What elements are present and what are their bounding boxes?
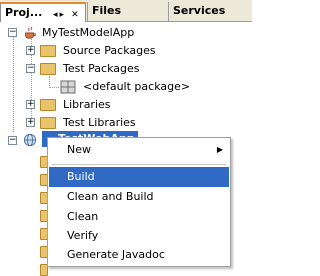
menu-item-label: Clean [67,210,99,223]
library-folder-icon [40,99,56,111]
package-icon [60,80,76,94]
context-menu[interactable]: New ▶ Build Clean and Build Clean Verify… [47,137,231,267]
expand-toggle[interactable]: + [26,46,35,55]
tree-node-default-package[interactable]: <default package> [0,78,252,96]
tree-node-libraries[interactable]: + Libraries [0,96,252,114]
menu-item-label: Build [67,170,95,183]
menu-item-label: Verify [67,229,99,242]
menu-item-verify[interactable]: Verify [49,226,229,246]
menu-separator [52,164,226,165]
tree-node-test-packages[interactable]: − Test Packages [0,60,252,78]
submenu-arrow-icon: ▶ [216,145,223,154]
tab-projects-label: Proj... [5,6,43,19]
tree-node-label: Source Packages [63,44,156,57]
panel-tab-strip: Proj... ◂▸ ✕ Files Services [0,0,252,22]
menu-item-new[interactable]: New ▶ [49,140,229,160]
tree-node-label: MyTestModelApp [42,26,135,39]
collapse-toggle[interactable]: − [26,64,35,73]
tab-files[interactable]: Files [87,2,167,22]
menu-item-generate-javadoc[interactable]: Generate Javadoc [49,245,229,265]
menu-item-clean[interactable]: Clean [49,207,229,227]
tree-node-label: Libraries [63,98,111,111]
tab-controls[interactable]: ◂▸ ✕ [53,6,81,22]
tab-services-label: Services [173,4,226,17]
web-project-icon [23,133,37,147]
package-folder-icon [40,45,56,57]
expand-toggle[interactable]: + [26,100,35,109]
package-folder-icon [40,63,56,75]
collapse-toggle[interactable]: − [8,136,17,145]
tab-projects[interactable]: Proj... ◂▸ ✕ [0,2,86,22]
tree-node-label: <default package> [83,80,191,93]
tree-node-test-libraries[interactable]: + Test Libraries [0,114,252,132]
collapse-toggle[interactable]: − [8,28,17,37]
menu-item-build[interactable]: Build [49,167,229,187]
tab-files-label: Files [92,4,122,17]
tree-node-label: Test Packages [63,62,140,75]
tree-node-label: Test Libraries [63,116,136,129]
expand-toggle[interactable]: + [26,118,35,127]
tree-node-root[interactable]: − MyTestModelApp [0,24,252,42]
tree-node-source-packages[interactable]: + Source Packages [0,42,252,60]
menu-item-clean-and-build[interactable]: Clean and Build [49,187,229,207]
menu-item-label: New [67,143,91,156]
java-project-icon [25,26,36,39]
menu-item-label: Clean and Build [67,190,154,203]
tab-services[interactable]: Services [168,2,252,22]
menu-item-label: Generate Javadoc [67,248,165,261]
tree-guide-line [49,87,59,88]
library-folder-icon [40,117,56,129]
